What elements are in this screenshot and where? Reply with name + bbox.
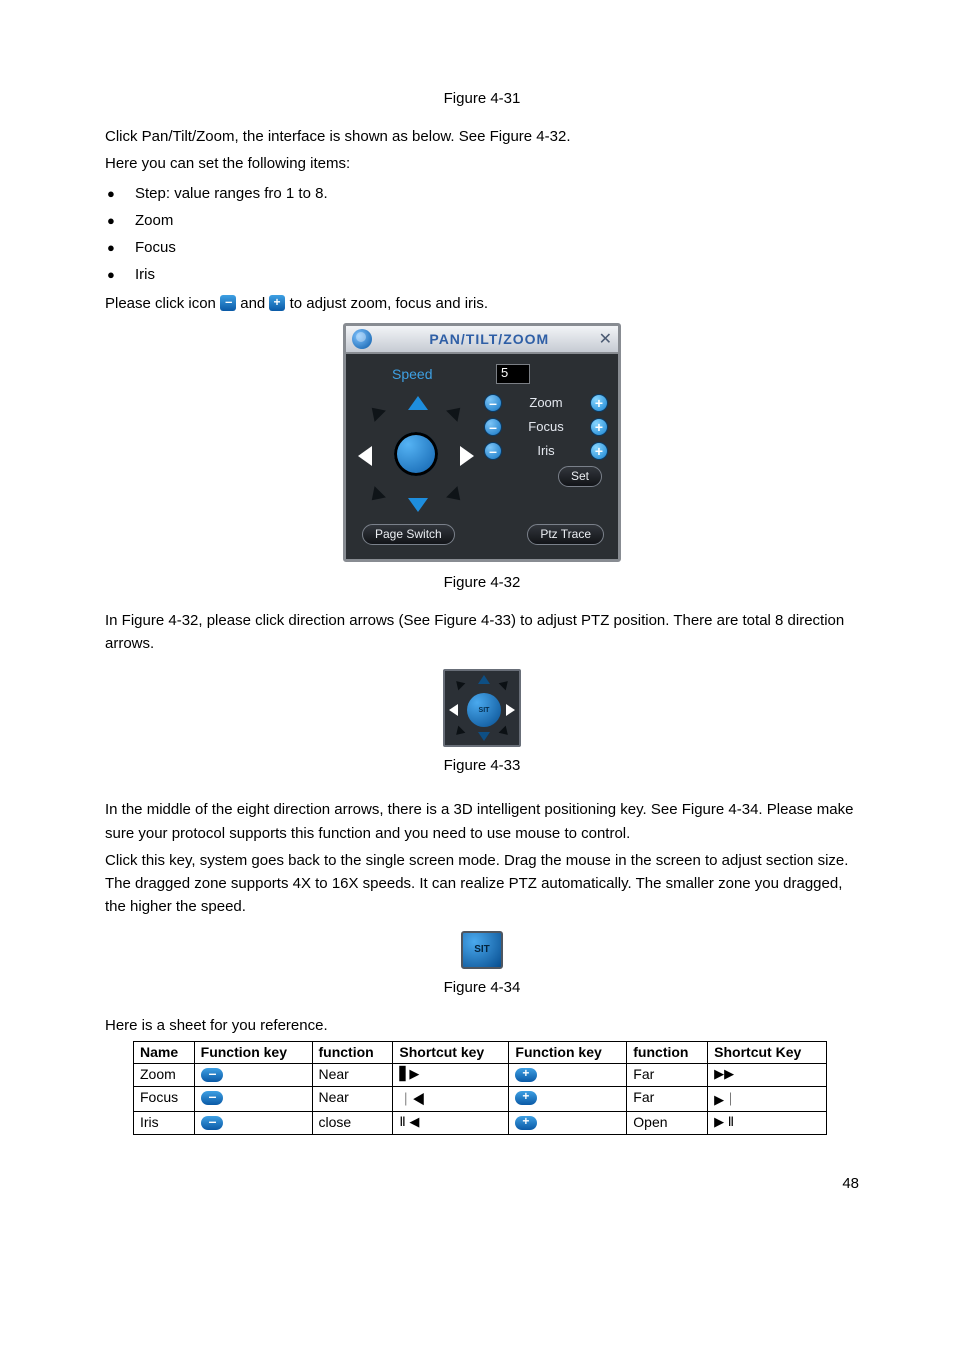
arrow-up-icon[interactable] bbox=[478, 675, 490, 684]
plus-icon bbox=[515, 1068, 537, 1082]
arrow-downleft-icon[interactable] bbox=[453, 726, 466, 739]
set-button[interactable]: Set bbox=[558, 466, 602, 487]
ptz-title: PAN/TILT/ZOOM bbox=[380, 331, 599, 347]
paragraph: Here you can set the following items: bbox=[105, 152, 859, 175]
paragraph: Here is a sheet for you reference. bbox=[105, 1014, 859, 1037]
sit-button[interactable]: SIT bbox=[467, 693, 501, 727]
td: Far bbox=[627, 1063, 708, 1086]
th: Function key bbox=[194, 1041, 312, 1063]
sit-key-figure: SIT bbox=[461, 931, 503, 969]
td bbox=[509, 1086, 627, 1111]
table-row: Zoom Near ▋▶ Far ▶▶ bbox=[134, 1063, 827, 1086]
td: Open bbox=[627, 1111, 708, 1134]
arrow-right-icon[interactable] bbox=[460, 446, 474, 466]
mini-direction-pad: SIT bbox=[443, 669, 521, 747]
figure-caption-434: Figure 4-34 bbox=[105, 979, 859, 996]
th: function bbox=[312, 1041, 393, 1063]
th: Shortcut key bbox=[393, 1041, 509, 1063]
plus-icon bbox=[515, 1091, 537, 1105]
paragraph: Click Pan/Tilt/Zoom, the interface is sh… bbox=[105, 125, 859, 148]
td: Focus bbox=[134, 1086, 195, 1111]
items-list: Step: value ranges fro 1 to 8. Zoom Focu… bbox=[105, 180, 859, 288]
list-item: Focus bbox=[135, 234, 859, 261]
th: Shortcut Key bbox=[708, 1041, 827, 1063]
arrow-upleft-icon[interactable] bbox=[366, 402, 386, 422]
th: function bbox=[627, 1041, 708, 1063]
focus-label: Focus bbox=[502, 419, 590, 434]
table-row: Focus Near ｜◀ Far ▶｜ bbox=[134, 1086, 827, 1111]
td: Near bbox=[312, 1063, 393, 1086]
td: close bbox=[312, 1111, 393, 1134]
minus-icon bbox=[201, 1068, 223, 1082]
td bbox=[509, 1063, 627, 1086]
zoom-minus-icon[interactable]: – bbox=[484, 394, 502, 412]
arrow-upright-icon[interactable] bbox=[499, 678, 512, 691]
paragraph: Click this key, system goes back to the … bbox=[105, 849, 859, 919]
zoom-label: Zoom bbox=[502, 395, 590, 410]
direction-pad bbox=[356, 394, 476, 514]
iris-minus-icon[interactable]: – bbox=[484, 442, 502, 460]
list-item: Zoom bbox=[135, 207, 859, 234]
td: ▋▶ bbox=[393, 1063, 509, 1086]
arrow-right-icon[interactable] bbox=[506, 704, 515, 716]
minus-icon bbox=[220, 295, 236, 311]
paragraph: In the middle of the eight direction arr… bbox=[105, 798, 859, 845]
td: ▶｜ bbox=[708, 1086, 827, 1111]
figure-caption-431: Figure 4-31 bbox=[105, 90, 859, 107]
arrow-down-icon[interactable] bbox=[408, 498, 428, 512]
arrow-upleft-icon[interactable] bbox=[453, 678, 466, 691]
td: ｜◀ bbox=[393, 1086, 509, 1111]
focus-plus-icon[interactable]: + bbox=[590, 418, 608, 436]
arrow-downleft-icon[interactable] bbox=[366, 486, 386, 506]
arrow-down-icon[interactable] bbox=[478, 732, 490, 741]
td bbox=[509, 1111, 627, 1134]
page-switch-button[interactable]: Page Switch bbox=[362, 524, 455, 545]
iris-label: Iris bbox=[502, 443, 590, 458]
arrow-downright-icon[interactable] bbox=[499, 726, 512, 739]
focus-minus-icon[interactable]: – bbox=[484, 418, 502, 436]
ptz-panel: PAN/TILT/ZOOM ✕ Speed 5 bbox=[343, 323, 621, 562]
th: Function key bbox=[509, 1041, 627, 1063]
td bbox=[194, 1063, 312, 1086]
ptz-titlebar: PAN/TILT/ZOOM ✕ bbox=[346, 326, 618, 354]
td: ▶▶ bbox=[708, 1063, 827, 1086]
td: Iris bbox=[134, 1111, 195, 1134]
list-item: Iris bbox=[135, 261, 859, 288]
table-header-row: Name Function key function Shortcut key … bbox=[134, 1041, 827, 1063]
iris-plus-icon[interactable]: + bbox=[590, 442, 608, 460]
sit-button[interactable] bbox=[394, 432, 438, 476]
td: Near bbox=[312, 1086, 393, 1111]
td: Ⅱ ◀ bbox=[393, 1111, 509, 1134]
plus-icon bbox=[269, 295, 285, 311]
reference-table: Name Function key function Shortcut key … bbox=[133, 1041, 827, 1135]
table-row: Iris close Ⅱ ◀ Open ▶ Ⅱ bbox=[134, 1111, 827, 1134]
page-number: 48 bbox=[105, 1135, 859, 1192]
arrow-up-icon[interactable] bbox=[408, 396, 428, 410]
minus-icon bbox=[201, 1116, 223, 1130]
paragraph: In Figure 4-32, please click direction a… bbox=[105, 609, 859, 656]
arrow-upright-icon[interactable] bbox=[446, 402, 466, 422]
app-logo-icon bbox=[352, 329, 372, 349]
list-item: Step: value ranges fro 1 to 8. bbox=[135, 180, 859, 207]
close-icon[interactable]: ✕ bbox=[599, 329, 612, 349]
td bbox=[194, 1086, 312, 1111]
speed-input[interactable]: 5 bbox=[496, 364, 530, 384]
figure-caption-432: Figure 4-32 bbox=[105, 574, 859, 591]
ptz-trace-button[interactable]: Ptz Trace bbox=[527, 524, 604, 545]
arrow-left-icon[interactable] bbox=[358, 446, 372, 466]
td: ▶ Ⅱ bbox=[708, 1111, 827, 1134]
plus-icon bbox=[515, 1116, 537, 1130]
figure-caption-433: Figure 4-33 bbox=[105, 757, 859, 774]
td bbox=[194, 1111, 312, 1134]
td: Zoom bbox=[134, 1063, 195, 1086]
td: Far bbox=[627, 1086, 708, 1111]
zoom-plus-icon[interactable]: + bbox=[590, 394, 608, 412]
arrow-left-icon[interactable] bbox=[449, 704, 458, 716]
speed-label: Speed bbox=[356, 366, 496, 382]
minus-icon bbox=[201, 1091, 223, 1105]
arrow-downright-icon[interactable] bbox=[446, 486, 466, 506]
paragraph: Please click icon and to adjust zoom, fo… bbox=[105, 292, 859, 315]
th: Name bbox=[134, 1041, 195, 1063]
